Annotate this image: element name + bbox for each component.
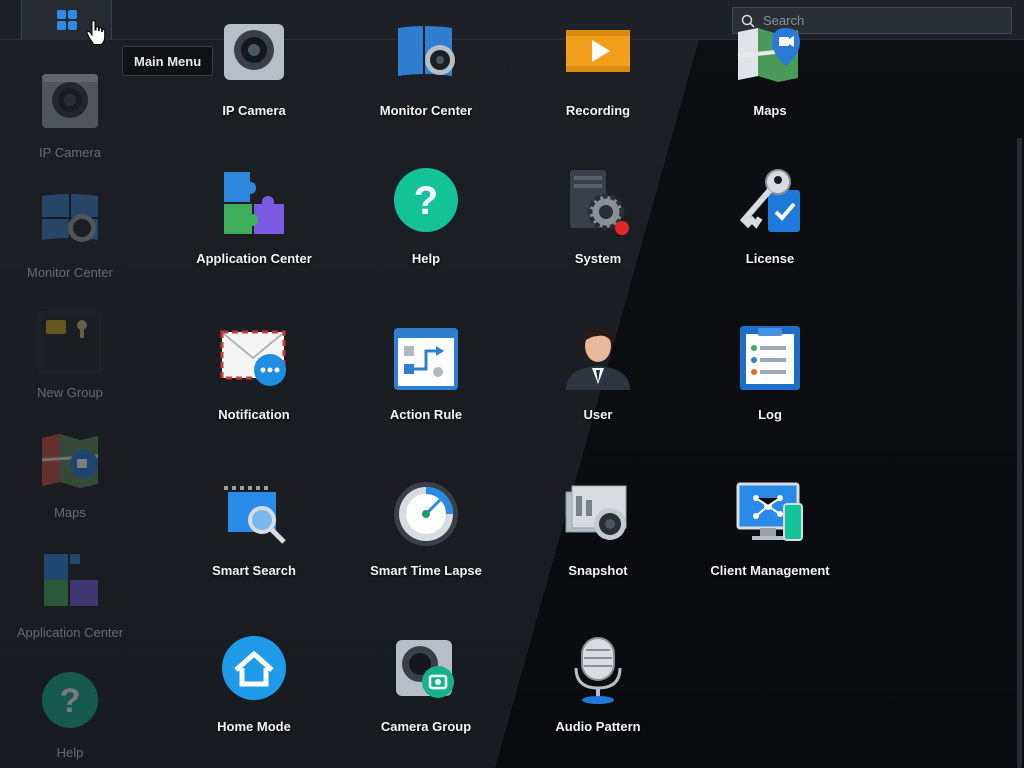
app-recording[interactable]: Recording (512, 20, 684, 118)
desktop-icon-application-center[interactable]: Application Center (0, 550, 140, 640)
app-system[interactable]: System (512, 168, 684, 266)
microphone-icon (574, 637, 622, 704)
app-label: Snapshot (568, 563, 628, 578)
desktop-icon-label: Maps (54, 505, 86, 520)
app-label: Audio Pattern (555, 719, 641, 734)
app-label: Recording (565, 103, 631, 118)
desktop-icon-label: New Group (37, 385, 103, 400)
help-icon: ? (394, 168, 458, 232)
smart-search-icon (222, 484, 286, 544)
monitor-center-icon (42, 194, 98, 242)
app-audio-pattern[interactable]: Audio Pattern (512, 636, 684, 734)
desktop-icon-label: Application Center (16, 625, 124, 640)
puzzle-icon (44, 554, 98, 606)
app-label: License (745, 251, 795, 266)
app-label: Client Management (710, 563, 830, 578)
desktop-icon-ip-camera[interactable]: IP Camera (0, 70, 140, 160)
puzzle-icon (224, 172, 284, 234)
main-menu-scrollbar[interactable] (1017, 138, 1022, 768)
ip-camera-icon (42, 74, 98, 128)
app-label: Monitor Center (379, 103, 473, 118)
client-management-icon (736, 482, 803, 541)
app-maps[interactable]: Maps (684, 20, 856, 118)
app-action-rule[interactable]: Action Rule (340, 324, 512, 422)
app-monitor-center[interactable]: Monitor Center (340, 20, 512, 118)
user-icon (566, 327, 630, 390)
app-label: Help (411, 251, 441, 266)
system-icon (570, 170, 629, 235)
app-home-mode[interactable]: Home Mode (168, 636, 340, 734)
app-help[interactable]: ? Help (340, 168, 512, 266)
app-license[interactable]: License (684, 168, 856, 266)
app-client-management[interactable]: Client Management (684, 480, 856, 578)
app-smart-time-lapse[interactable]: Smart Time Lapse (340, 480, 512, 578)
desktop-icon-label: Help (56, 745, 84, 760)
folder-group-icon (39, 311, 101, 373)
action-rule-icon (394, 328, 458, 390)
app-label: Action Rule (389, 407, 463, 422)
camera-group-icon (396, 640, 454, 698)
svg-text:?: ? (414, 179, 438, 223)
app-label: Maps (753, 103, 787, 118)
help-icon: ? (42, 672, 98, 728)
desktop-icon-label: IP Camera (39, 145, 101, 160)
app-application-center[interactable]: Application Center (168, 168, 340, 266)
app-camera-group[interactable]: Camera Group (340, 636, 512, 734)
app-smart-search[interactable]: Smart Search (168, 480, 340, 578)
main-menu-tooltip: Main Menu (122, 46, 214, 76)
desktop-icon-label: Monitor Center (27, 265, 113, 280)
app-label: Camera Group (380, 719, 472, 734)
desktop-icon-monitor-center[interactable]: Monitor Center (0, 190, 140, 280)
svg-text:?: ? (60, 682, 81, 720)
time-lapse-icon (394, 482, 458, 546)
app-label: Smart Search (212, 563, 296, 578)
app-label: System (574, 251, 622, 266)
app-log[interactable]: Log (684, 324, 856, 422)
app-label: Log (758, 407, 782, 422)
app-notification[interactable]: Notification (168, 324, 340, 422)
maps-icon (41, 434, 99, 488)
monitor-center-icon (398, 26, 455, 76)
ip-camera-icon (224, 24, 284, 80)
app-label: IP Camera (222, 103, 286, 118)
license-key-icon (739, 169, 800, 232)
app-label: User (583, 407, 613, 422)
log-icon (740, 326, 800, 390)
app-label: Notification (218, 407, 290, 422)
notification-icon (220, 330, 286, 386)
app-user[interactable]: User (512, 324, 684, 422)
desktop-icon-help[interactable]: ? Help (0, 670, 140, 760)
desktop-icon-maps[interactable]: Maps (0, 430, 140, 520)
app-snapshot[interactable]: Snapshot (512, 480, 684, 578)
home-mode-icon (222, 636, 286, 700)
app-label: Home Mode (217, 719, 291, 734)
desktop-icon-new-group[interactable]: New Group (0, 310, 140, 400)
main-menu-button[interactable] (22, 0, 112, 40)
main-menu-grid-icon (56, 10, 77, 30)
app-label: Smart Time Lapse (370, 563, 482, 578)
snapshot-icon (565, 485, 627, 540)
taskbar-edge (0, 0, 22, 40)
recording-icon (566, 30, 630, 72)
maps-icon (737, 28, 800, 82)
app-label: Application Center (196, 251, 312, 266)
